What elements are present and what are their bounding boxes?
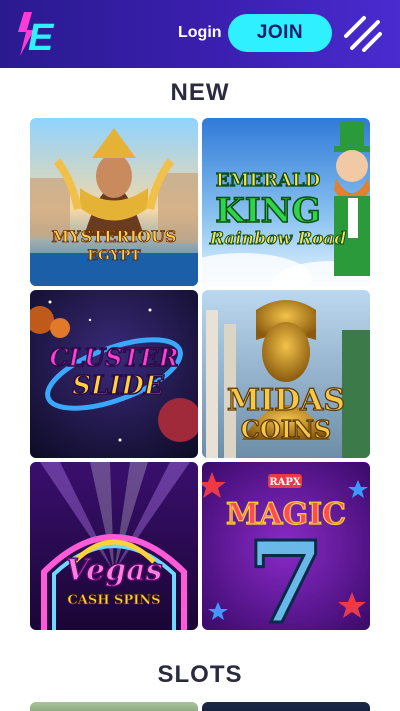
game-tile-cluster-slide[interactable]: CLUSTER SLIDE	[30, 290, 198, 458]
join-button[interactable]: JOIN	[228, 14, 332, 52]
game-badge: RAPX	[269, 477, 301, 488]
game-tile-emerald-king[interactable]: EMERALD KING Rainbow Road	[202, 118, 370, 286]
brand-logo-icon[interactable]: E	[14, 10, 58, 58]
game-tile-mysterious-egypt[interactable]: MYSTERIOUS EGYPT	[30, 118, 198, 286]
section-title-new: NEW	[170, 79, 230, 106]
section-title-slots: SLOTS	[157, 661, 243, 688]
game-title-line1: MYSTERIOUS	[51, 227, 176, 246]
game-title-line2: KING	[215, 191, 321, 231]
game-tile-vegas-cash-spins[interactable]: Vegas CASH SPINS	[30, 462, 198, 630]
game-title-line2: SLIDE	[72, 371, 165, 401]
game-title-line1: MIDAS	[227, 383, 345, 418]
game-title-line3: Rainbow Road	[209, 229, 347, 249]
top-navigation-bar: E Login JOIN	[0, 0, 400, 68]
game-title-line2: EGYPT	[87, 248, 141, 264]
game-title-line2: CASH SPINS	[67, 593, 160, 608]
slots-game-tile-partial[interactable]	[30, 702, 198, 711]
hamburger-menu-icon[interactable]	[342, 14, 384, 54]
game-title-line2: COINS	[241, 415, 332, 444]
game-title-line1: CLUSTER	[49, 343, 178, 372]
login-link[interactable]: Login	[178, 24, 222, 42]
slots-game-tile-partial[interactable]	[202, 702, 370, 711]
game-title-line1: Vegas	[66, 553, 163, 588]
game-title-line2: 7	[247, 518, 325, 630]
game-tile-midas-coins[interactable]: MIDAS COINS	[202, 290, 370, 458]
logo-letter: E	[28, 17, 55, 58]
game-tile-magic-7[interactable]: RAPX MAGIC 7	[202, 462, 370, 630]
game-title-line1: EMERALD	[216, 170, 321, 191]
